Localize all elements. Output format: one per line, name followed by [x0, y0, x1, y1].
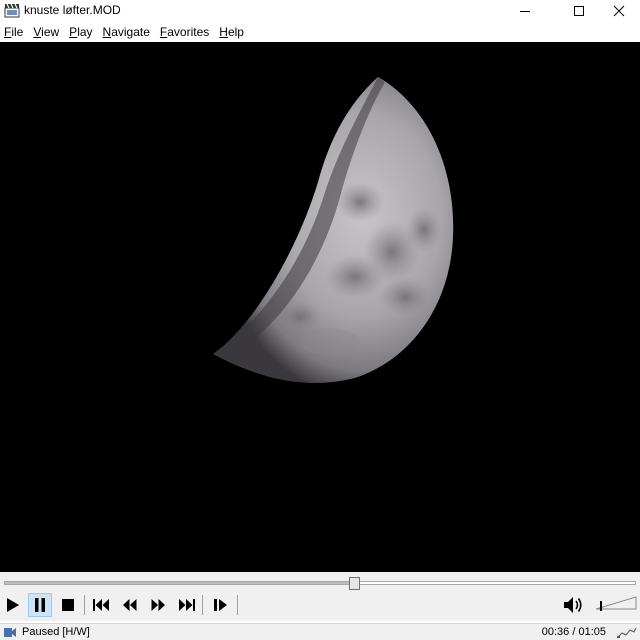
menu-view-label: iew [41, 25, 60, 39]
menu-bar: File View Play Navigate Favorites Help [0, 23, 640, 41]
next-button[interactable] [174, 593, 198, 617]
previous-icon [93, 599, 109, 611]
stop-button[interactable] [56, 593, 80, 617]
menu-play-label: lay [77, 25, 93, 39]
menu-help-label: elp [227, 25, 244, 39]
time-display: 00:36 / 01:05 [541, 626, 606, 638]
clapperboard-icon [4, 3, 20, 18]
previous-button[interactable] [90, 593, 114, 617]
pause-icon [35, 598, 45, 612]
minimize-icon [520, 11, 530, 12]
status-bar: Paused [H/W] 00:36 / 01:05 [0, 623, 640, 640]
play-button[interactable] [1, 593, 25, 617]
menu-navigate[interactable]: Navigate [99, 25, 156, 39]
menu-navigate-accel: N [102, 25, 112, 39]
seek-bar[interactable] [4, 577, 636, 590]
menu-help[interactable]: Help [215, 25, 250, 39]
next-icon [179, 599, 195, 611]
stop-icon [62, 599, 74, 611]
window-title: knuste løfter.MOD [24, 3, 121, 17]
toolbar-divider [202, 595, 203, 615]
toolbar-divider [237, 595, 238, 615]
signal-icon [616, 626, 638, 639]
menu-file-label: ile [11, 25, 24, 39]
menu-favorites[interactable]: Favorites [156, 25, 215, 39]
video-frame[interactable] [0, 42, 640, 572]
playback-toolbar [0, 593, 640, 619]
moon-image [213, 77, 454, 383]
frame-step-icon [214, 599, 227, 611]
menu-play-accel: P [69, 25, 78, 39]
toolbar-divider [84, 595, 85, 615]
rewind-icon [123, 599, 137, 611]
menu-favorites-label: avorites [167, 25, 210, 39]
status-text: Paused [H/W] [22, 626, 90, 638]
rewind-button[interactable] [118, 593, 142, 617]
menu-help-accel: H [219, 25, 228, 39]
close-button[interactable] [598, 0, 640, 22]
frame-step-button[interactable] [209, 593, 233, 617]
speaker-icon[interactable] [562, 594, 584, 616]
pause-button[interactable] [28, 593, 52, 617]
seek-progress [5, 582, 354, 584]
seek-thumb[interactable] [349, 577, 361, 590]
volume-thumb [600, 601, 602, 611]
controls-panel [0, 572, 640, 621]
volume-slider[interactable] [594, 595, 638, 617]
title-bar[interactable]: knuste løfter.MOD [0, 0, 640, 22]
close-icon [613, 5, 625, 17]
menu-file[interactable]: File [0, 25, 29, 39]
fast-forward-button[interactable] [146, 593, 170, 617]
menu-play[interactable]: Play [65, 25, 98, 39]
maximize-button[interactable] [556, 0, 602, 22]
menu-navigate-label: avigate [111, 25, 150, 39]
menu-view[interactable]: View [29, 25, 65, 39]
status-indicator-icon [4, 627, 16, 638]
maximize-icon [574, 6, 584, 16]
play-icon [7, 598, 19, 612]
menu-view-accel: V [33, 25, 42, 39]
minimize-button[interactable] [502, 0, 548, 22]
fast-forward-icon [151, 599, 165, 611]
